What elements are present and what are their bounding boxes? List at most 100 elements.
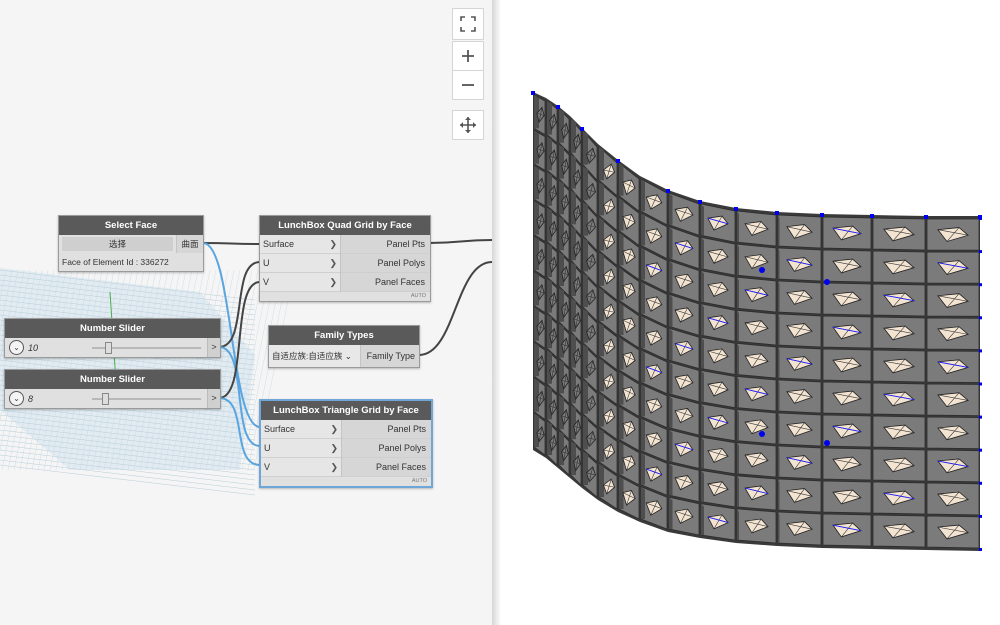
- adaptive-point: [698, 200, 702, 204]
- output-port-number[interactable]: >: [207, 338, 220, 357]
- panel-side: [641, 213, 645, 246]
- panel-side: [619, 163, 624, 196]
- zoom-out-button[interactable]: [452, 70, 484, 100]
- node-number-slider-u[interactable]: Number Slider ⌄ 10 >: [4, 318, 221, 358]
- family-type-dropdown[interactable]: 自适应族:自适应族 ⌄: [269, 345, 361, 367]
- output-port-panel-polys[interactable]: Panel Polys: [341, 254, 430, 273]
- panel-side: [619, 267, 624, 301]
- adaptive-point: [666, 189, 670, 193]
- panel-side: [619, 197, 624, 231]
- slider-track[interactable]: [92, 392, 201, 405]
- panel-side: [583, 309, 588, 343]
- panel-side: [669, 226, 673, 259]
- panel-side: [599, 147, 604, 181]
- adaptive-point: [979, 382, 982, 386]
- panel-side: [778, 380, 780, 411]
- output-port-panel-faces[interactable]: Panel Faces: [341, 273, 430, 292]
- panel-side: [701, 270, 704, 302]
- chevron-down-icon[interactable]: ⌄: [9, 391, 24, 406]
- adaptive-point: [924, 215, 928, 219]
- slider-track[interactable]: [92, 341, 201, 354]
- input-port-surface[interactable]: Surface ❯: [260, 235, 340, 254]
- background-surface-preview: [0, 268, 295, 496]
- panel-side: [641, 384, 645, 417]
- panel-side: [778, 215, 780, 246]
- slider-thumb[interactable]: [101, 392, 109, 405]
- panel-side: [534, 413, 539, 447]
- node-title[interactable]: Number Slider: [5, 319, 220, 338]
- input-port-v[interactable]: V ❯: [260, 273, 340, 292]
- node-title[interactable]: Number Slider: [5, 370, 220, 389]
- panel-side: [701, 237, 704, 269]
- input-port-v[interactable]: V ❯: [261, 458, 341, 477]
- adaptive-point: [979, 250, 982, 254]
- node-quad-grid[interactable]: LunchBox Quad Grid by Face Surface ❯ U ❯ V…: [259, 215, 431, 302]
- pan-button[interactable]: [452, 110, 484, 140]
- adaptive-point: [531, 91, 535, 95]
- panel-side: [641, 247, 645, 280]
- panel-side: [599, 252, 604, 286]
- panel-side: [778, 347, 780, 378]
- panel-side: [701, 204, 704, 236]
- output-port-panel-pts[interactable]: Panel Pts: [341, 235, 430, 254]
- chevron-down-icon: ⌄: [344, 351, 352, 361]
- adaptive-point: [824, 279, 830, 285]
- panel-side: [583, 415, 588, 450]
- node-number-slider-v[interactable]: Number Slider ⌄ 8 >: [4, 369, 221, 409]
- input-port-u[interactable]: U ❯: [261, 439, 341, 458]
- output-port-face[interactable]: 曲面: [176, 235, 203, 253]
- panel-side: [641, 486, 645, 519]
- panel-side: [669, 328, 673, 360]
- zoom-in-button[interactable]: [452, 41, 484, 71]
- node-title[interactable]: Select Face: [59, 216, 203, 235]
- panel-side: [737, 376, 739, 408]
- fit-view-button[interactable]: [452, 8, 484, 40]
- node-family-types[interactable]: Family Types 自适应族:自适应族 ⌄ Family Type: [268, 325, 420, 368]
- panel-side: [669, 294, 673, 327]
- adaptive-point: [759, 431, 765, 437]
- adaptive-point: [556, 105, 560, 109]
- adaptive-point: [979, 283, 982, 287]
- adaptive-point: [979, 415, 982, 419]
- adaptive-point: [979, 217, 982, 220]
- panel-divider[interactable]: [492, 0, 500, 625]
- panel-side: [583, 344, 588, 379]
- output-port-number[interactable]: >: [207, 389, 220, 408]
- graph-canvas[interactable]: Select Face 选择 曲面 Face of Element Id : 3…: [0, 0, 492, 625]
- panel-side: [641, 350, 645, 383]
- 3d-viewport[interactable]: [500, 0, 1000, 625]
- output-port-panel-polys[interactable]: Panel Polys: [342, 439, 431, 458]
- output-port-panel-pts[interactable]: Panel Pts: [342, 420, 431, 439]
- panel-side: [701, 403, 704, 436]
- adaptive-point: [979, 481, 982, 485]
- adaptive-point: [979, 316, 982, 320]
- slider-thumb[interactable]: [105, 341, 113, 354]
- output-port-family-type[interactable]: Family Type: [361, 345, 419, 367]
- node-triangle-grid[interactable]: LunchBox Triangle Grid by Face Surface ❯ …: [259, 399, 433, 488]
- node-title[interactable]: Family Types: [269, 326, 419, 345]
- fit-view-icon: [460, 16, 476, 32]
- panel-side: [669, 497, 673, 529]
- panel-side: [641, 179, 645, 212]
- panel-side: [599, 182, 604, 216]
- pan-icon: [460, 117, 476, 133]
- adaptive-point: [979, 349, 982, 353]
- panel-side: [599, 217, 604, 251]
- node-title[interactable]: LunchBox Quad Grid by Face: [260, 216, 430, 235]
- panel-side: [583, 237, 588, 272]
- output-port-panel-faces[interactable]: Panel Faces: [342, 458, 431, 477]
- panel-side: [583, 380, 588, 414]
- panel-side: [778, 281, 780, 312]
- node-select-face[interactable]: Select Face 选择 曲面 Face of Element Id : 3…: [58, 215, 204, 272]
- input-port-surface[interactable]: Surface ❯: [261, 420, 341, 439]
- select-button[interactable]: 选择: [62, 237, 173, 251]
- panel-side: [583, 202, 588, 236]
- chevron-down-icon[interactable]: ⌄: [9, 340, 24, 355]
- adaptive-point: [580, 127, 584, 131]
- input-port-u[interactable]: U ❯: [260, 254, 340, 273]
- panel-side: [619, 406, 624, 440]
- node-title[interactable]: LunchBox Triangle Grid by Face: [261, 401, 431, 420]
- panel-side: [778, 413, 780, 444]
- panel-side: [669, 395, 673, 428]
- panel-side: [669, 463, 673, 496]
